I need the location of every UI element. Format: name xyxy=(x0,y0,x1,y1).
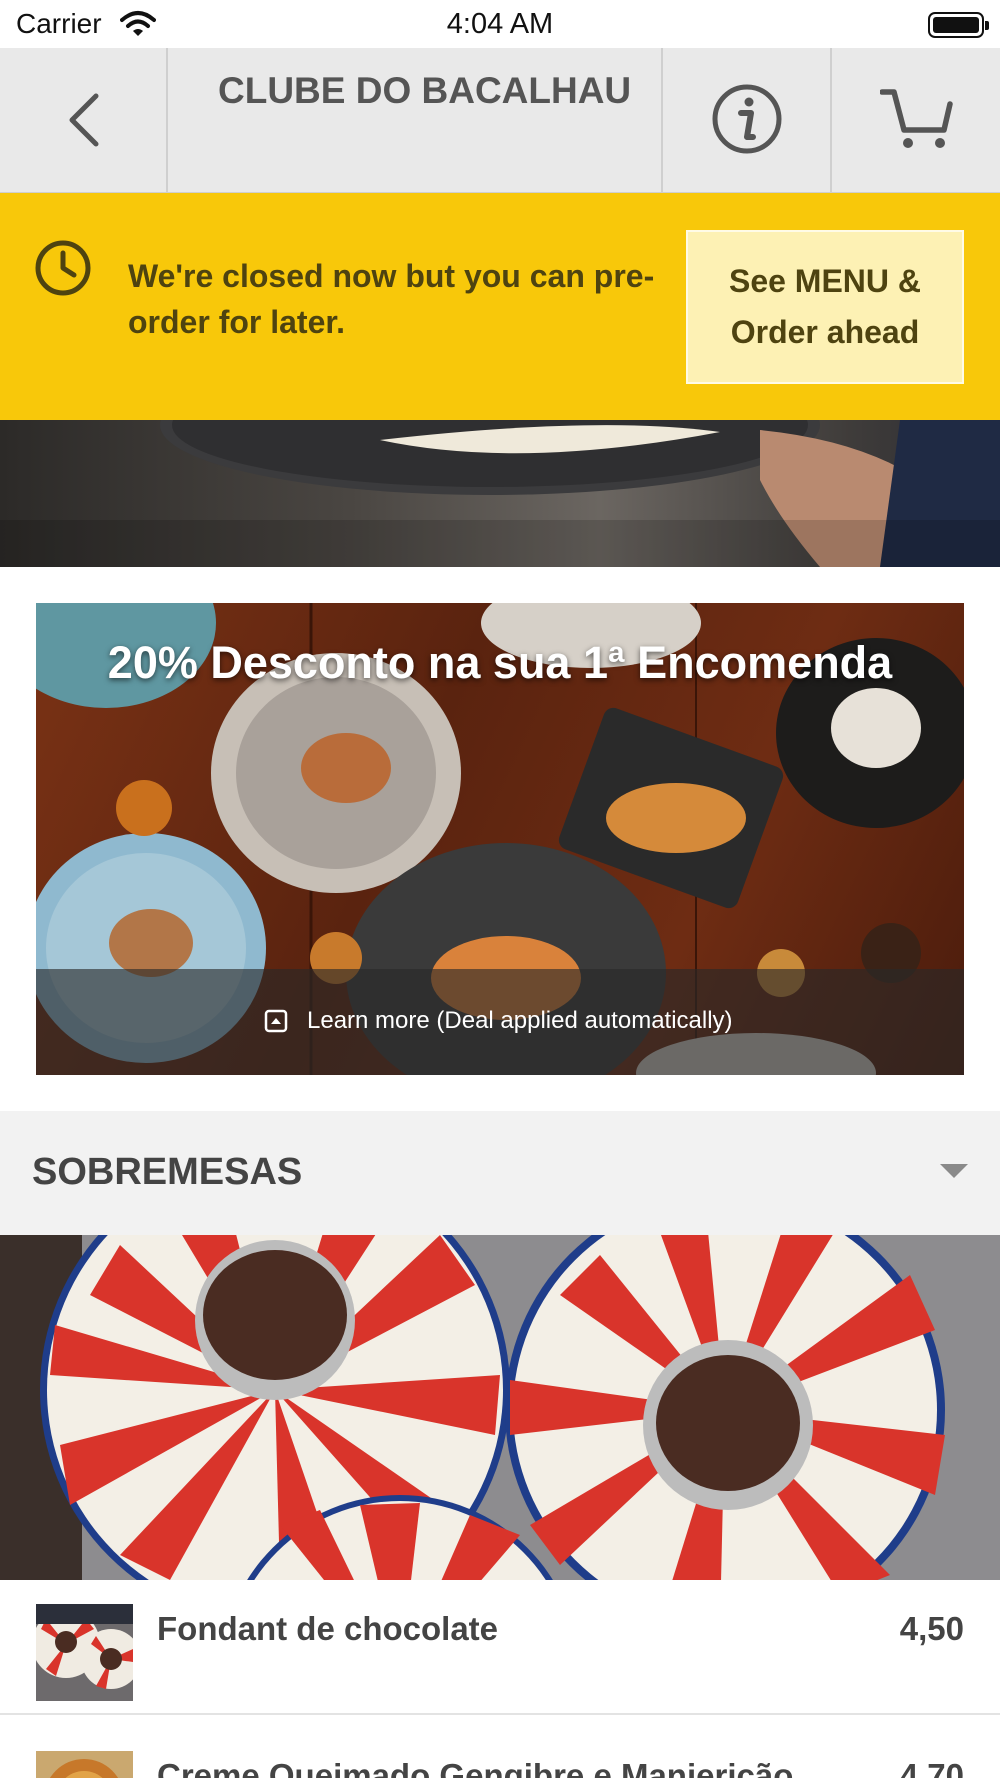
clock-time: 4:04 AM xyxy=(446,8,554,40)
back-button[interactable] xyxy=(0,48,168,193)
item-thumbnail xyxy=(36,1751,133,1778)
promo-card[interactable]: 20% Desconto na sua 1ª Encomenda Learn m… xyxy=(36,603,964,1075)
item-thumbnail xyxy=(36,1604,133,1701)
battery-icon xyxy=(928,12,989,38)
chevron-left-icon xyxy=(69,93,99,147)
learn-more-link[interactable]: Learn more (Deal applied automatically) xyxy=(36,969,964,1075)
item-price: 4,50 xyxy=(899,1610,964,1647)
category-title: SOBREMESAS xyxy=(32,1151,303,1193)
cart-button[interactable] xyxy=(832,48,1000,193)
learn-more-text: Learn more (Deal applied automatically) xyxy=(307,1007,733,1034)
category-image xyxy=(0,1235,1000,1580)
restaurant-hero-image xyxy=(0,420,1000,567)
item-name: Creme Queimado Gengibre e Manjericão xyxy=(157,1757,794,1778)
menu-item[interactable]: Fondant de chocolate 4,50 xyxy=(0,1580,1000,1715)
promo-title: 20% Desconto na sua 1ª Encomenda xyxy=(107,637,893,688)
closed-message: We're closed now but you can pre-order f… xyxy=(128,258,655,340)
see-menu-order-ahead-button[interactable]: See MENU & Order ahead xyxy=(686,230,964,384)
status-bar: Carrier 4:04 AM xyxy=(0,0,1000,48)
item-price: 4,70 xyxy=(899,1757,964,1778)
clock-icon xyxy=(35,240,91,296)
restaurant-name-cell: CLUBE DO BACALHAU xyxy=(168,48,663,193)
closed-notice-banner: We're closed now but you can pre-order f… xyxy=(0,193,1000,420)
chevron-down-icon xyxy=(940,1164,968,1178)
expand-up-icon xyxy=(264,1009,288,1033)
cart-icon xyxy=(880,89,953,148)
restaurant-header: CLUBE DO BACALHAU xyxy=(0,48,1000,193)
category-header-sobremesas[interactable]: SOBREMESAS xyxy=(0,1111,1000,1235)
menu-item[interactable]: Creme Queimado Gengibre e Manjericão 4,7… xyxy=(0,1727,1000,1778)
info-icon xyxy=(712,84,782,154)
restaurant-name: CLUBE DO BACALHAU xyxy=(218,70,632,111)
info-button[interactable] xyxy=(663,48,832,193)
item-name: Fondant de chocolate xyxy=(157,1610,499,1647)
